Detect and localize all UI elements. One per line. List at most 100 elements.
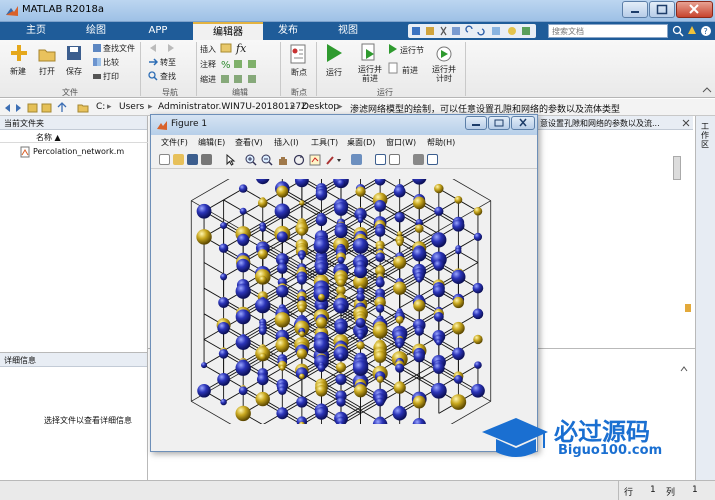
figure-close-button[interactable] — [511, 116, 535, 130]
path-desktop[interactable]: Desktop — [302, 102, 339, 112]
workspace-strip[interactable]: 工作区 — [695, 116, 715, 480]
run-advance-icon[interactable] — [360, 43, 378, 63]
status-bar: 行 1 列 1 — [0, 480, 715, 500]
zoom-in-icon[interactable] — [245, 154, 257, 166]
menu-insert[interactable]: 插入(I) — [274, 137, 299, 148]
run-and-time-icon[interactable] — [435, 43, 453, 63]
pointer-icon[interactable] — [225, 154, 236, 166]
comment-button[interactable]: 注释 — [200, 59, 216, 70]
tab-editor[interactable]: 编辑器 — [193, 22, 263, 40]
command-scrollbar-up[interactable] — [679, 364, 689, 374]
open-button[interactable]: 打开 — [33, 66, 61, 77]
find-button[interactable]: 查找 — [160, 71, 176, 82]
brush-icon[interactable] — [325, 154, 343, 166]
run-button[interactable]: 运行 — [321, 67, 347, 78]
run-section-button[interactable]: 运行节 — [400, 45, 424, 56]
menu-view[interactable]: 查看(V) — [235, 137, 263, 148]
notification-icon[interactable] — [686, 24, 698, 38]
figure-minimize-button[interactable] — [465, 116, 487, 130]
link-plot-icon[interactable] — [351, 154, 362, 165]
collapse-ribbon-icon[interactable] — [702, 86, 712, 94]
ribbon-divider — [196, 42, 197, 96]
search-icon[interactable] — [672, 25, 684, 37]
menu-tools[interactable]: 工具(T) — [311, 137, 338, 148]
path-users[interactable]: Users — [119, 102, 144, 112]
data-cursor-icon[interactable] — [309, 154, 321, 166]
fx-button[interactable]: fx — [236, 42, 246, 55]
tab-plots[interactable]: 绘图 — [70, 22, 122, 40]
help-icon[interactable]: ? — [700, 24, 712, 38]
figure-maximize-button[interactable] — [488, 116, 510, 130]
new-file-icon[interactable] — [10, 44, 28, 62]
pore-node — [218, 243, 229, 253]
pore-node — [277, 263, 288, 274]
menu-desktop[interactable]: 桌面(D) — [347, 137, 375, 148]
name-column-label[interactable]: 名称 ▲ — [36, 132, 61, 143]
details-hint: 选择文件以查看详细信息 — [44, 416, 132, 425]
menu-edit[interactable]: 编辑(E) — [198, 137, 225, 148]
menu-window[interactable]: 窗口(W) — [386, 137, 416, 148]
show-plot-tools-icon[interactable] — [427, 154, 438, 165]
compare-button[interactable]: 比较 — [103, 57, 119, 68]
pore-node — [412, 395, 426, 409]
open-icon[interactable] — [173, 154, 184, 165]
save-button[interactable]: 保存 — [60, 66, 88, 77]
new-figure-icon[interactable] — [159, 154, 170, 165]
legend-icon[interactable] — [389, 154, 400, 165]
svg-text:%: % — [221, 60, 231, 70]
nav-buttons-icons[interactable] — [4, 102, 76, 114]
minimize-button[interactable] — [622, 1, 648, 18]
maximize-button[interactable] — [649, 1, 675, 18]
percolation-network-plot[interactable] — [171, 179, 511, 424]
run-icon[interactable] — [325, 43, 343, 63]
new-button[interactable]: 新建 — [4, 66, 32, 77]
editor-tab[interactable]: 意设置孔隙和网络的参数以及流... — [538, 116, 693, 130]
insert-button[interactable]: 插入 — [200, 44, 216, 55]
tab-view[interactable]: 视图 — [322, 22, 374, 40]
tab-apps[interactable]: APP — [132, 22, 184, 40]
workspace-label[interactable]: 工作区 — [701, 122, 711, 149]
find-files-button[interactable]: 查找文件 — [103, 43, 135, 54]
print-figure-icon[interactable] — [201, 154, 212, 165]
indent-button[interactable]: 缩进 — [200, 74, 216, 85]
path-user-dir[interactable]: Administrator.WIN7U-20180127Z — [158, 102, 307, 112]
breakpoints-icon[interactable] — [290, 44, 306, 64]
close-button[interactable] — [676, 1, 713, 18]
pore-node — [258, 353, 267, 361]
save-icon[interactable] — [66, 45, 82, 61]
pan-icon[interactable] — [277, 154, 289, 166]
pore-node — [297, 227, 307, 236]
back-forward-icon[interactable] — [148, 43, 176, 53]
goto-button[interactable]: 转至 — [160, 57, 176, 68]
column-header[interactable]: 名称 ▲ — [0, 130, 148, 143]
save-figure-icon[interactable] — [187, 154, 198, 165]
search-documentation-input[interactable]: 搜索文档 — [548, 24, 668, 38]
pore-node — [374, 200, 387, 212]
zoom-out-icon[interactable] — [261, 154, 273, 166]
advance-button[interactable]: 前进 — [402, 65, 418, 76]
close-tab-icon[interactable] — [682, 119, 690, 127]
path-drive[interactable]: C: — [96, 102, 105, 112]
breakpoints-button[interactable]: 断点 — [285, 67, 313, 78]
indent-icons[interactable] — [220, 73, 266, 85]
file-item[interactable]: Percolation_network.m — [33, 147, 124, 156]
menu-help[interactable]: 帮助(H) — [427, 137, 455, 148]
rotate-3d-icon[interactable] — [293, 154, 305, 166]
menu-file[interactable]: 文件(F) — [161, 137, 188, 148]
comment-icons[interactable]: % — [220, 58, 266, 70]
run-and-time-button[interactable]: 运行并 计时 — [428, 65, 460, 83]
editor-scrollbar[interactable] — [673, 156, 681, 180]
pore-node — [472, 282, 484, 294]
quick-access-icons[interactable] — [408, 24, 536, 38]
tab-publish[interactable]: 发布 — [262, 22, 314, 40]
run-and-advance-button[interactable]: 运行并 前进 — [352, 65, 388, 83]
open-folder-icon[interactable] — [38, 46, 56, 62]
colorbar-icon[interactable] — [375, 154, 386, 165]
hide-plot-tools-icon[interactable] — [413, 154, 424, 165]
pore-node — [258, 275, 267, 284]
print-button[interactable]: 打印 — [103, 71, 119, 82]
pore-node — [299, 254, 305, 260]
pore-node — [297, 275, 307, 285]
tab-home[interactable]: 主页 — [10, 22, 62, 40]
pore-node — [450, 394, 467, 410]
